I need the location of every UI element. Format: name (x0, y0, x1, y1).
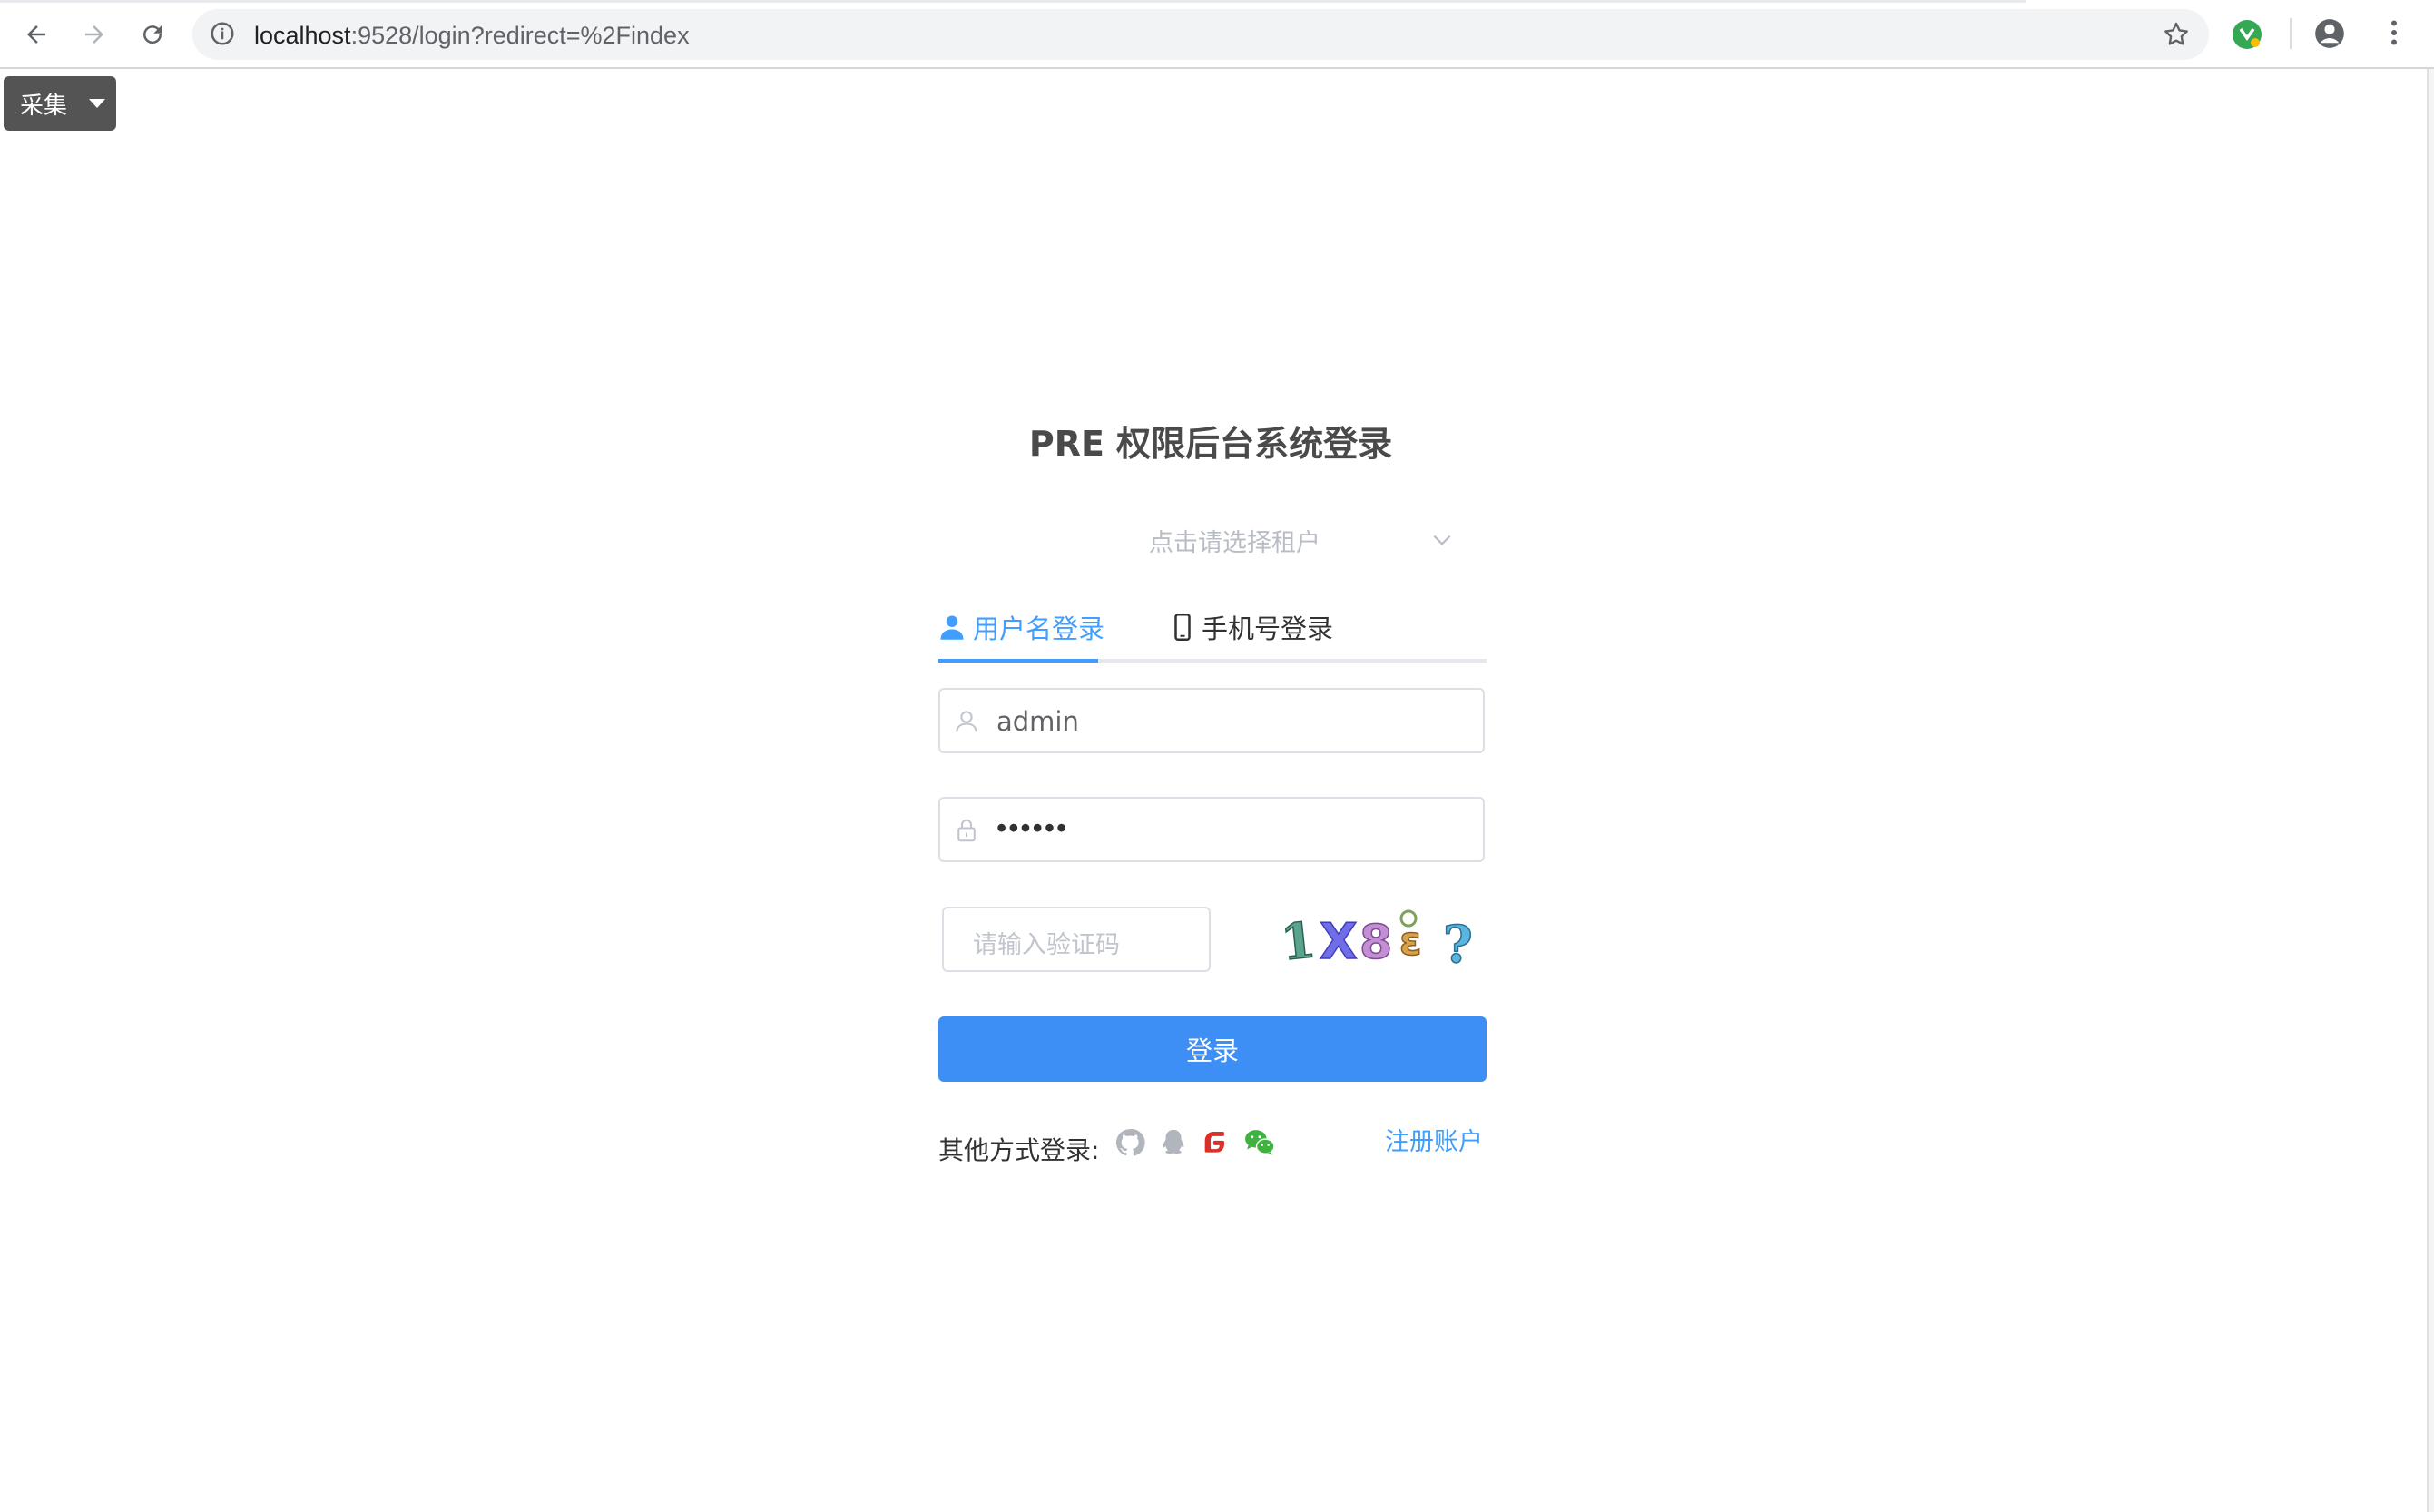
profile-avatar-icon[interactable] (2312, 16, 2349, 53)
site-info-icon[interactable] (209, 20, 236, 52)
caret-down-icon (89, 99, 105, 108)
tenant-placeholder: 点击请选择租户 (1149, 529, 1320, 557)
collect-label: 采集 (20, 92, 68, 120)
svg-text:ε: ε (1399, 918, 1422, 965)
tab-username-login[interactable]: 用户名登录 (938, 604, 1104, 650)
page-scrollbar[interactable] (2427, 69, 2434, 1512)
browser-toolbar: localhost:9528/login?redirect=%2Findex (0, 0, 2434, 69)
mobile-icon (1174, 614, 1191, 641)
arrow-left-icon (27, 25, 45, 44)
back-button[interactable] (16, 15, 56, 54)
password-field[interactable]: •••••• (938, 797, 1485, 862)
login-tabs: 用户名登录 手机号登录 (938, 599, 1487, 663)
github-icon[interactable] (1114, 1127, 1147, 1160)
lock-icon (953, 817, 980, 849)
reload-icon (143, 25, 162, 44)
collect-dropdown-button[interactable]: 采集 (4, 76, 116, 131)
username-value: admin (996, 706, 1079, 737)
page-load-bar (0, 0, 2026, 3)
forward-button[interactable] (74, 15, 114, 54)
captcha-placeholder: 请输入验证码 (973, 931, 1120, 959)
gitee-icon[interactable] (1200, 1127, 1232, 1160)
qq-icon[interactable] (1158, 1127, 1191, 1160)
url-path: :9528/login?redirect=%2Findex (350, 22, 690, 49)
captcha-image[interactable]: 1 X 8 ε ? (1278, 908, 1487, 975)
arrow-right-icon (85, 25, 103, 44)
svg-text:8: 8 (1359, 916, 1392, 970)
login-button-label: 登录 (1185, 1036, 1239, 1066)
svg-text:?: ? (1443, 915, 1473, 973)
password-value: •••••• (996, 811, 1069, 844)
url-text: localhost:9528/login?redirect=%2Findex (254, 22, 690, 50)
tab-mobile-login[interactable]: 手机号登录 (1171, 604, 1333, 650)
svg-text:X: X (1320, 913, 1358, 970)
chevron-down-icon (1430, 528, 1454, 556)
active-tab-indicator (938, 659, 1098, 663)
wechat-icon[interactable] (1243, 1127, 1276, 1160)
extension-icon[interactable] (2229, 16, 2265, 53)
page-title: PRE 权限后台系统登录 (1028, 424, 1393, 464)
user-icon (940, 615, 964, 640)
toolbar-divider (2290, 18, 2292, 49)
tab-username-label: 用户名登录 (973, 614, 1105, 644)
username-field[interactable]: admin (938, 688, 1485, 753)
svg-text:1: 1 (1280, 910, 1319, 972)
bookmark-star-icon[interactable] (2162, 20, 2191, 54)
tenant-select[interactable]: 点击请选择租户 (1125, 514, 1461, 565)
register-link[interactable]: 注册账户 (1385, 1122, 1483, 1157)
tab-mobile-label: 手机号登录 (1202, 614, 1334, 644)
address-bar[interactable]: localhost:9528/login?redirect=%2Findex (192, 9, 2209, 60)
login-button[interactable]: 登录 (938, 1016, 1487, 1082)
url-host: localhost (254, 22, 351, 49)
captcha-input[interactable]: 请输入验证码 (942, 907, 1211, 972)
user-outline-icon (953, 708, 980, 740)
browser-menu-icon[interactable] (2378, 16, 2414, 53)
other-login-label: 其他方式登录: (938, 1135, 1100, 1165)
reload-button[interactable] (132, 15, 172, 54)
